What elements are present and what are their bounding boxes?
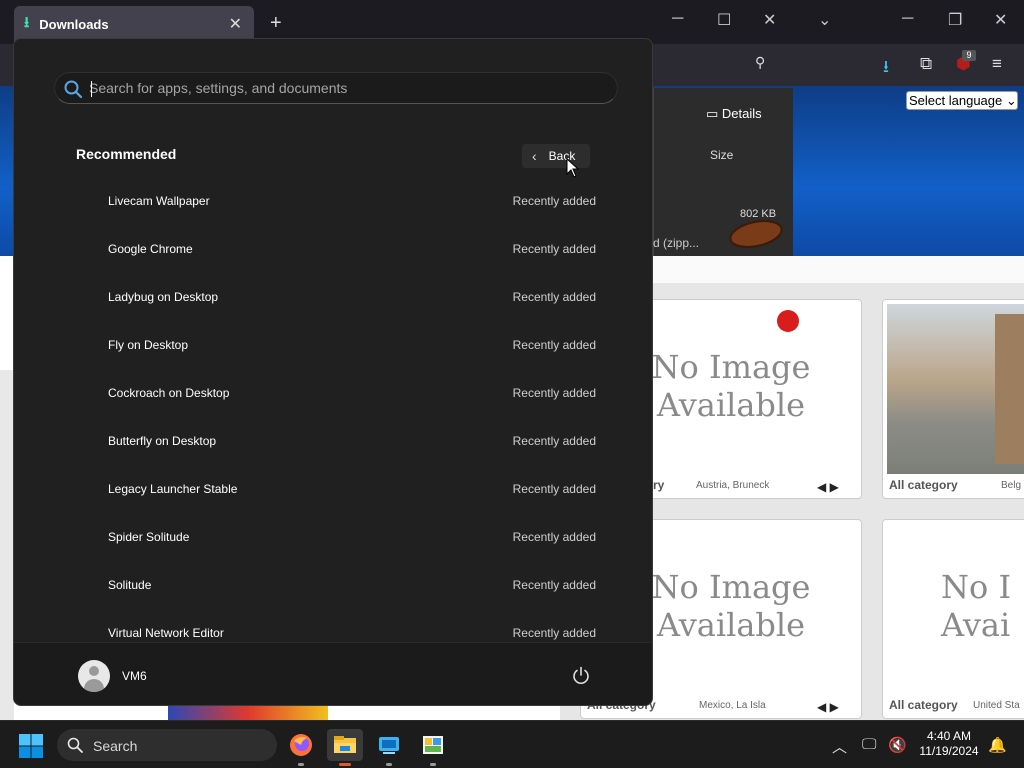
tab-downloads[interactable]: ⭳ Downloads ✕: [14, 6, 254, 42]
close-icon[interactable]: ✕: [763, 10, 776, 30]
avatar[interactable]: [78, 660, 110, 692]
taskbar-clock[interactable]: 4:40 AM 11/19/2024: [910, 729, 988, 759]
taskbar: Search ︿ 🖵 🔇 4:40 AM 11/19/2024 🔔: [0, 720, 1024, 768]
language-select[interactable]: Select language ⌄: [906, 91, 1018, 110]
tab-title: Downloads: [39, 16, 109, 32]
minimize-icon[interactable]: ─: [672, 10, 683, 28]
firefox-icon[interactable]: [285, 729, 317, 766]
list-item[interactable]: Spider Solitude Recently added: [76, 513, 596, 553]
tab-close-icon[interactable]: ✕: [229, 14, 242, 34]
start-menu-footer: VM6: [14, 642, 652, 705]
list-item[interactable]: Legacy Launcher Stable Recently added: [76, 465, 596, 505]
extensions-icon[interactable]: ⧉: [920, 54, 932, 74]
mouse-cursor-icon: [566, 158, 580, 178]
search-input[interactable]: [89, 73, 609, 103]
notification-bell-icon[interactable]: 🔔: [988, 736, 1007, 754]
search-icon: [67, 737, 83, 753]
text-caret: [91, 81, 92, 97]
list-item[interactable]: Solitude Recently added: [76, 561, 596, 601]
user-name[interactable]: VM6: [122, 669, 147, 683]
download-icon: ⭳: [24, 13, 30, 31]
webcam-card[interactable]: No I Avai All category United Sta: [882, 519, 1024, 719]
size-column-header[interactable]: Size: [710, 148, 733, 162]
cockroach-icon: [729, 220, 783, 248]
minimize-icon[interactable]: ─: [902, 10, 913, 28]
volume-muted-icon[interactable]: 🔇: [888, 736, 907, 754]
paint-icon[interactable]: [417, 729, 449, 766]
start-search-box[interactable]: [54, 72, 618, 104]
list-item[interactable]: Google Chrome Recently added: [76, 225, 596, 265]
chevron-up-icon[interactable]: ︿: [832, 736, 847, 757]
close-icon[interactable]: ✕: [994, 10, 1007, 30]
file-name: d (zipp...: [653, 236, 700, 250]
list-item[interactable]: Cockroach on Desktop Recently added: [76, 369, 596, 409]
menu-icon[interactable]: ≡: [992, 54, 1002, 74]
page-artwork: [168, 706, 328, 720]
file-explorer-icon[interactable]: [327, 729, 363, 766]
details-button[interactable]: ▭ Details: [706, 106, 762, 122]
webcam-image: [887, 304, 1024, 474]
details-icon: ▭: [706, 106, 719, 121]
start-menu: Recommended ‹ Back Livecam WallpaperRece…: [13, 38, 653, 706]
new-tab-icon[interactable]: +: [270, 12, 282, 35]
power-icon[interactable]: [570, 665, 592, 687]
search-icon[interactable]: ⚲: [755, 54, 765, 71]
maximize-icon[interactable]: ☐: [717, 10, 731, 30]
ladybug-icon: [777, 310, 799, 332]
page-edge: [0, 370, 14, 720]
app-store-icon[interactable]: [373, 729, 405, 766]
list-item[interactable]: Fly on Desktop Recently added: [76, 321, 596, 361]
restore-icon[interactable]: ❐: [948, 10, 962, 30]
card-nav-arrows[interactable]: ◀ ▶: [817, 480, 839, 494]
chevron-left-icon: ‹: [532, 148, 537, 164]
taskbar-search[interactable]: Search: [57, 729, 277, 761]
recommended-title: Recommended: [76, 146, 177, 162]
notification-badge: 9: [962, 50, 976, 61]
search-icon: [64, 80, 83, 99]
windows-start-icon[interactable]: [18, 733, 44, 759]
chevron-down-icon[interactable]: ⌄: [818, 10, 831, 30]
list-item[interactable]: Butterfly on Desktop Recently added: [76, 417, 596, 457]
list-item[interactable]: Livecam Wallpaper Recently added: [76, 177, 596, 217]
page-strip: [653, 256, 1024, 283]
card-nav-arrows[interactable]: ◀ ▶: [817, 700, 839, 714]
webcam-card[interactable]: All category Belg: [882, 299, 1024, 499]
list-item[interactable]: Ladybug on Desktop Recently added: [76, 273, 596, 313]
network-icon[interactable]: 🖵: [862, 736, 876, 753]
download-icon[interactable]: ⭳: [883, 54, 889, 83]
